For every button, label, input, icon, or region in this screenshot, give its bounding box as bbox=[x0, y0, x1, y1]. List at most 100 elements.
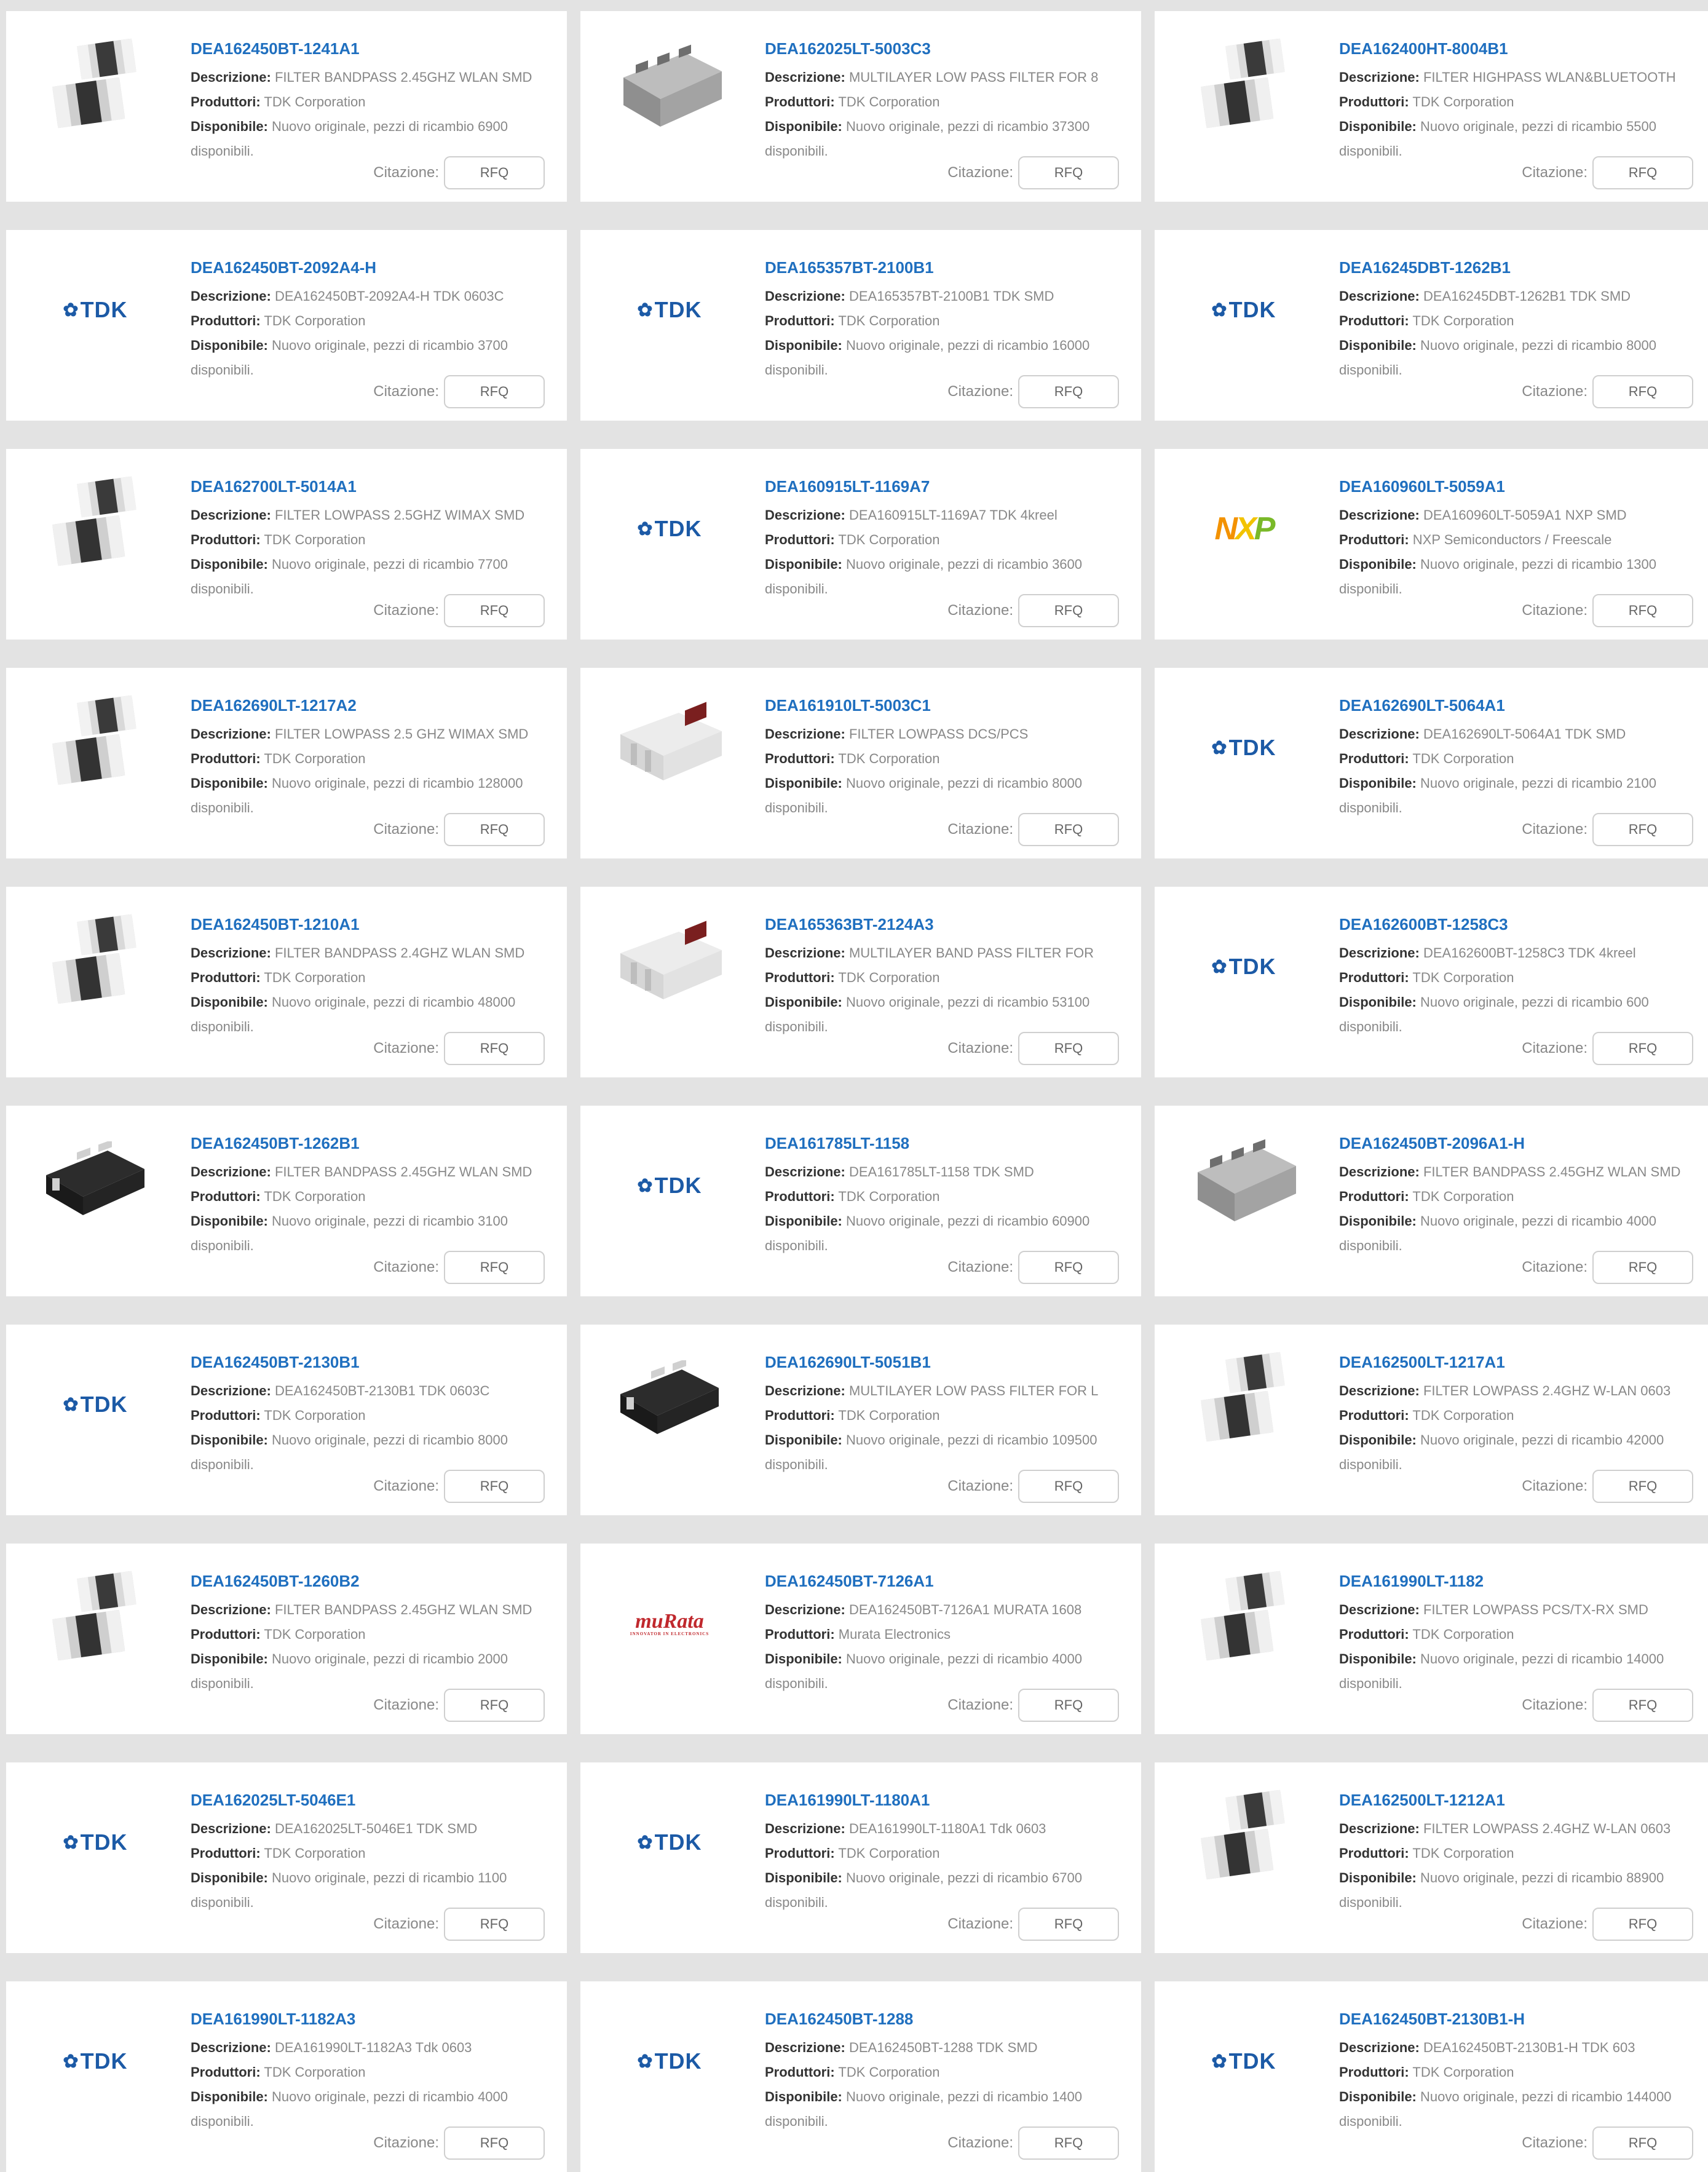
rfq-button[interactable]: RFQ bbox=[444, 1032, 545, 1065]
product-thumbnail[interactable] bbox=[34, 474, 157, 584]
product-part-number-link[interactable]: DEA161990LT-1180A1 bbox=[765, 1792, 1141, 1808]
rfq-button[interactable]: RFQ bbox=[1592, 1470, 1693, 1503]
product-part-number-link[interactable]: DEA162025LT-5003C3 bbox=[765, 41, 1141, 57]
quote-label: Citazione: bbox=[1522, 1040, 1587, 1056]
product-thumbnail[interactable] bbox=[34, 911, 157, 1022]
chip-black-icon bbox=[614, 1358, 725, 1449]
rfq-button[interactable]: RFQ bbox=[1592, 2126, 1693, 2160]
product-part-number-link[interactable]: DEA162690LT-1217A2 bbox=[191, 697, 567, 713]
rfq-button[interactable]: RFQ bbox=[1018, 1689, 1119, 1722]
product-thumbnail[interactable]: NXP bbox=[1182, 474, 1305, 584]
product-thumbnail[interactable] bbox=[608, 1349, 731, 1460]
product-part-number-link[interactable]: DEA161785LT-1158 bbox=[765, 1135, 1141, 1151]
availability-label: Disponibile: bbox=[765, 1651, 842, 1667]
rfq-button[interactable]: RFQ bbox=[444, 813, 545, 846]
product-part-number-link[interactable]: DEA162450BT-2130B1-H bbox=[1339, 2011, 1708, 2027]
quote-area: Citazione: RFQ bbox=[947, 1908, 1119, 1941]
product-thumbnail[interactable] bbox=[34, 1568, 157, 1679]
description-value: FILTER LOWPASS 2.4GHZ W-LAN 0603 bbox=[1423, 1821, 1671, 1836]
product-part-number-link[interactable]: DEA165357BT-2100B1 bbox=[765, 260, 1141, 275]
product-part-number-link[interactable]: DEA162600BT-1258C3 bbox=[1339, 916, 1708, 932]
product-thumbnail[interactable]: ✿ TDK bbox=[34, 1787, 157, 1898]
product-part-number-link[interactable]: DEA162450BT-1262B1 bbox=[191, 1135, 567, 1151]
rfq-button[interactable]: RFQ bbox=[444, 1251, 545, 1284]
product-thumbnail[interactable]: ✿ TDK bbox=[1182, 255, 1305, 365]
product-part-number-link[interactable]: DEA165363BT-2124A3 bbox=[765, 916, 1141, 932]
product-part-number-link[interactable]: DEA162450BT-1210A1 bbox=[191, 916, 567, 932]
product-thumbnail[interactable]: muRata INNOVATOR IN ELECTRONICS bbox=[608, 1568, 731, 1679]
description-value: DEA162450BT-1288 TDK SMD bbox=[848, 2040, 1038, 2055]
product-part-number-link[interactable]: DEA162450BT-2092A4-H bbox=[191, 260, 567, 275]
rfq-button[interactable]: RFQ bbox=[444, 1689, 545, 1722]
rfq-button[interactable]: RFQ bbox=[1018, 1908, 1119, 1941]
product-part-number-link[interactable]: DEA161990LT-1182 bbox=[1339, 1573, 1708, 1589]
product-thumbnail[interactable]: ✿ TDK bbox=[1182, 692, 1305, 803]
product-thumbnail[interactable] bbox=[608, 692, 731, 803]
product-thumbnail[interactable] bbox=[608, 36, 731, 146]
rfq-button[interactable]: RFQ bbox=[1018, 594, 1119, 627]
rfq-button[interactable]: RFQ bbox=[1592, 1251, 1693, 1284]
product-thumbnail[interactable] bbox=[1182, 1130, 1305, 1241]
product-thumbnail[interactable] bbox=[34, 692, 157, 803]
rfq-button[interactable]: RFQ bbox=[444, 1908, 545, 1941]
rfq-button[interactable]: RFQ bbox=[1018, 1032, 1119, 1065]
product-part-number-link[interactable]: DEA162450BT-2130B1 bbox=[191, 1354, 567, 1370]
product-part-number-link[interactable]: DEA162400HT-8004B1 bbox=[1339, 41, 1708, 57]
product-thumbnail[interactable]: ✿ TDK bbox=[608, 1130, 731, 1241]
rfq-button[interactable]: RFQ bbox=[444, 594, 545, 627]
product-thumbnail[interactable]: ✿ TDK bbox=[608, 474, 731, 584]
rfq-button[interactable]: RFQ bbox=[1592, 375, 1693, 408]
product-thumbnail[interactable] bbox=[1182, 1568, 1305, 1679]
rfq-button[interactable]: RFQ bbox=[1592, 1032, 1693, 1065]
rfq-button[interactable]: RFQ bbox=[1592, 1908, 1693, 1941]
product-thumbnail[interactable]: ✿ TDK bbox=[34, 1349, 157, 1460]
product-thumbnail[interactable] bbox=[1182, 1787, 1305, 1898]
manufacturer-row: Produttori: TDK Corporation bbox=[191, 90, 567, 114]
rfq-button[interactable]: RFQ bbox=[1592, 813, 1693, 846]
product-part-number-link[interactable]: DEA16245DBT-1262B1 bbox=[1339, 260, 1708, 275]
product-part-number-link[interactable]: DEA161990LT-1182A3 bbox=[191, 2011, 567, 2027]
manufacturer-value: TDK Corporation bbox=[264, 94, 366, 109]
rfq-button[interactable]: RFQ bbox=[1018, 2126, 1119, 2160]
product-thumbnail[interactable] bbox=[608, 911, 731, 1022]
product-part-number-link[interactable]: DEA162025LT-5046E1 bbox=[191, 1792, 567, 1808]
rfq-button[interactable]: RFQ bbox=[444, 156, 545, 189]
product-part-number-link[interactable]: DEA161910LT-5003C1 bbox=[765, 697, 1141, 713]
product-thumbnail[interactable] bbox=[1182, 1349, 1305, 1460]
product-thumbnail[interactable]: ✿ TDK bbox=[608, 2006, 731, 2117]
rfq-button[interactable]: RFQ bbox=[444, 2126, 545, 2160]
rfq-button[interactable]: RFQ bbox=[1592, 1689, 1693, 1722]
product-thumbnail[interactable]: ✿ TDK bbox=[608, 255, 731, 365]
product-part-number-link[interactable]: DEA160915LT-1169A7 bbox=[765, 478, 1141, 494]
manufacturer-label: Produttori: bbox=[1339, 1627, 1409, 1642]
product-part-number-link[interactable]: DEA162690LT-5051B1 bbox=[765, 1354, 1141, 1370]
product-part-number-link[interactable]: DEA162450BT-2096A1-H bbox=[1339, 1135, 1708, 1151]
product-thumbnail[interactable] bbox=[34, 36, 157, 146]
rfq-button[interactable]: RFQ bbox=[1018, 156, 1119, 189]
rfq-button[interactable]: RFQ bbox=[1018, 375, 1119, 408]
product-thumbnail[interactable]: ✿ TDK bbox=[1182, 911, 1305, 1022]
product-part-number-link[interactable]: DEA162450BT-1241A1 bbox=[191, 41, 567, 57]
rfq-button[interactable]: RFQ bbox=[1592, 594, 1693, 627]
rfq-button[interactable]: RFQ bbox=[444, 1470, 545, 1503]
product-thumbnail[interactable]: ✿ TDK bbox=[34, 2006, 157, 2117]
product-thumbnail[interactable]: ✿ TDK bbox=[34, 255, 157, 365]
rfq-button[interactable]: RFQ bbox=[1018, 813, 1119, 846]
product-part-number-link[interactable]: DEA162690LT-5064A1 bbox=[1339, 697, 1708, 713]
rfq-button[interactable]: RFQ bbox=[1018, 1251, 1119, 1284]
product-thumbnail[interactable] bbox=[34, 1130, 157, 1241]
product-thumbnail[interactable]: ✿ TDK bbox=[608, 1787, 731, 1898]
product-part-number-link[interactable]: DEA162450BT-1288 bbox=[765, 2011, 1141, 2027]
rfq-button[interactable]: RFQ bbox=[1592, 156, 1693, 189]
product-part-number-link[interactable]: DEA162450BT-7126A1 bbox=[765, 1573, 1141, 1589]
product-thumbnail[interactable]: ✿ TDK bbox=[1182, 2006, 1305, 2117]
product-part-number-link[interactable]: DEA162700LT-5014A1 bbox=[191, 478, 567, 494]
product-part-number-link[interactable]: DEA162500LT-1212A1 bbox=[1339, 1792, 1708, 1808]
product-thumbnail[interactable] bbox=[1182, 36, 1305, 146]
rfq-button[interactable]: RFQ bbox=[1018, 1470, 1119, 1503]
product-part-number-link[interactable]: DEA162500LT-1217A1 bbox=[1339, 1354, 1708, 1370]
rfq-button[interactable]: RFQ bbox=[444, 375, 545, 408]
product-part-number-link[interactable]: DEA162450BT-1260B2 bbox=[191, 1573, 567, 1589]
manufacturer-value: TDK Corporation bbox=[264, 1189, 366, 1204]
product-part-number-link[interactable]: DEA160960LT-5059A1 bbox=[1339, 478, 1708, 494]
